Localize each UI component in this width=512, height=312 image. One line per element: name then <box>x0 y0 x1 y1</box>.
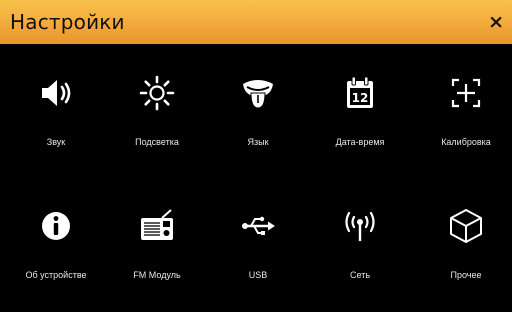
tile-label: Подсветка <box>135 137 179 147</box>
tile-network[interactable]: Сеть <box>310 177 410 287</box>
tile-label: Прочее <box>450 270 482 280</box>
crosshair-icon <box>447 74 485 112</box>
calendar-icon: 12 <box>341 74 379 112</box>
antenna-icon <box>341 207 379 245</box>
usb-icon <box>239 207 277 245</box>
tile-calibration[interactable]: Калибровка <box>416 44 512 154</box>
settings-window: Настройки × Звук Подсветка Язык 12 Дата-… <box>0 0 512 312</box>
tile-label: USB <box>248 270 268 280</box>
tile-label: Сеть <box>349 270 371 280</box>
tile-label: Дата-время <box>335 137 385 147</box>
brightness-icon <box>138 74 176 112</box>
tile-datetime[interactable]: 12 Дата-время <box>310 44 410 154</box>
radio-icon <box>138 207 176 245</box>
tile-language[interactable]: Язык <box>208 44 308 154</box>
tile-backlight[interactable]: Подсветка <box>107 44 207 154</box>
tile-label: Звук <box>46 137 66 147</box>
cube-icon <box>447 207 485 245</box>
tile-fm-module[interactable]: FM Модуль <box>107 177 207 287</box>
tile-label: FM Модуль <box>133 270 181 280</box>
tile-other[interactable]: Прочее <box>416 177 512 287</box>
info-icon <box>37 207 75 245</box>
calendar-day-text: 12 <box>352 91 369 105</box>
tile-label: Об устройстве <box>25 270 87 280</box>
tongue-icon <box>239 74 277 112</box>
window-title: Настройки <box>10 10 125 34</box>
speaker-icon <box>37 74 75 112</box>
title-bar: Настройки × <box>0 0 512 44</box>
close-button[interactable]: × <box>488 12 504 32</box>
tile-label: Калибровка <box>441 137 491 147</box>
tile-label: Язык <box>247 137 269 147</box>
tile-usb[interactable]: USB <box>208 177 308 287</box>
tile-about-device[interactable]: Об устройстве <box>6 177 106 287</box>
tile-sound[interactable]: Звук <box>6 44 106 154</box>
settings-grid: Звук Подсветка Язык 12 Дата-время Калибр… <box>0 44 512 312</box>
